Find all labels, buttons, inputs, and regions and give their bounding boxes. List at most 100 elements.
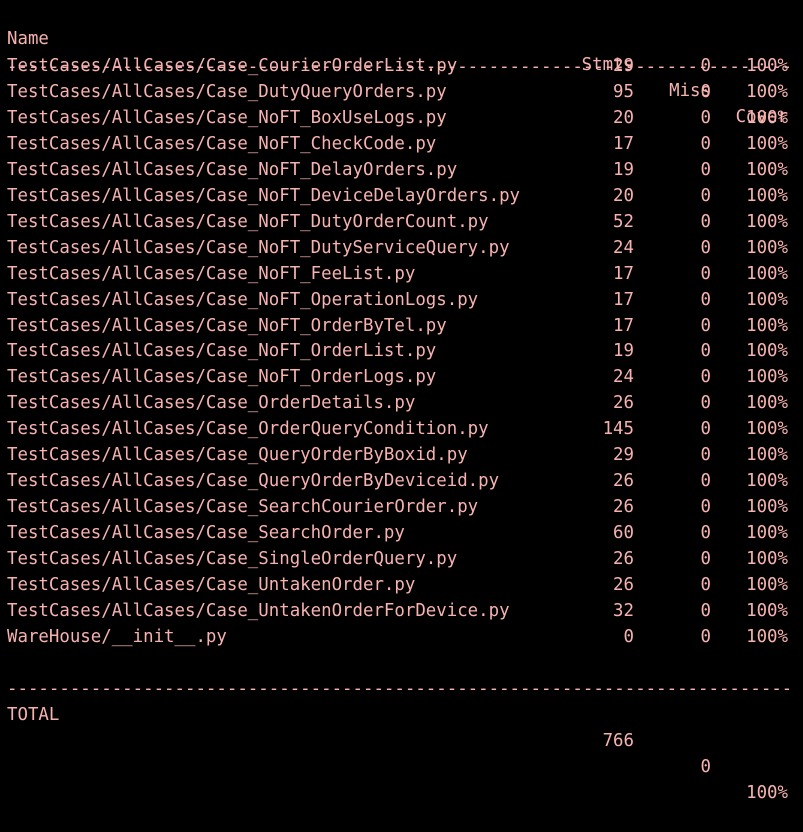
stmts-value: 32 [613,600,634,621]
file-name: TestCases/AllCases/Case_NoFT_DelayOrders… [7,159,458,180]
table-row: TestCases/AllCases/Case_QueryOrderByBoxi… [0,442,803,468]
total-miss: 0 [700,757,711,777]
file-name: TestCases/AllCases/Case_NoFT_DeviceDelay… [7,185,521,206]
miss-value: 0 [700,237,711,258]
file-name: TestCases/AllCases/Case_NoFT_OrderLogs.p… [7,367,437,388]
stmts-value: 17 [613,133,634,154]
miss-value: 0 [700,626,711,647]
cover-value: 100% [746,211,788,232]
table-row: TestCases/AllCases/Case_QueryOrderByDevi… [0,468,803,494]
stmts-value: 95 [613,81,634,102]
stmts-value: 24 [613,237,634,258]
cover-value: 100% [746,523,788,544]
table-row: TestCases/AllCases/Case_CourierOrderList… [0,53,803,79]
stmts-value: 0 [623,626,634,647]
file-name: TestCases/AllCases/Case_NoFT_OrderList.p… [7,341,437,362]
file-name: TestCases/AllCases/Case_OrderDetails.py [7,393,416,414]
cover-value: 100% [746,393,788,414]
cover-value: 100% [746,81,788,102]
file-name: TestCases/AllCases/Case_SearchCourierOrd… [7,497,479,518]
stmts-value: 19 [613,159,634,180]
stmts-value: 17 [613,263,634,284]
miss-value: 0 [700,341,711,362]
table-row: TestCases/AllCases/Case_NoFT_BoxUseLogs.… [0,105,803,131]
miss-value: 0 [700,419,711,440]
cover-value: 100% [746,56,788,76]
miss-value: 0 [700,367,711,388]
table-row: TestCases/AllCases/Case_SearchOrder.py 60… [0,520,803,546]
file-name: TestCases/AllCases/Case_SingleOrderQuery… [7,549,458,570]
cover-value: 100% [746,159,788,180]
stmts-value: 52 [613,211,634,232]
miss-value: 0 [700,159,711,180]
miss-value: 0 [700,575,711,595]
miss-value: 0 [700,393,711,414]
cover-value: 100% [746,549,788,570]
file-name: TestCases/AllCases/Case_NoFT_FeeList.py [7,263,416,284]
stmts-value: 26 [613,549,634,570]
table-row: TestCases/AllCases/Case_OrderQueryCondit… [0,416,803,442]
miss-value: 0 [700,600,711,621]
total-stmts: 766 [602,731,634,751]
miss-value: 0 [700,549,711,570]
table-row: TestCases/AllCases/Case_SearchCourierOrd… [0,494,803,520]
cover-value: 100% [746,600,788,621]
cover-value: 100% [746,133,788,154]
file-name: WareHouse/__init__.py [7,626,227,647]
file-name: TestCases/AllCases/Case_NoFT_CheckCode.p… [7,133,437,154]
miss-value: 0 [700,315,711,336]
table-row: TestCases/AllCases/Case_NoFT_OperationLo… [0,287,803,313]
file-name: TestCases/AllCases/Case_SearchOrder.py [7,523,405,544]
cover-value: 100% [746,575,788,595]
miss-value: 0 [700,497,711,518]
stmts-value: 145 [602,419,634,440]
stmts-value: 20 [613,107,634,128]
miss-value: 0 [700,263,711,284]
cover-value: 100% [746,367,788,388]
file-name: TestCases/AllCases/Case_UntakenOrder.py [7,575,416,595]
stmts-value: 26 [613,575,634,595]
stmts-value: 29 [613,56,634,76]
table-row: TestCases/AllCases/Case_NoFT_OrderList.p… [0,338,803,364]
cover-value: 100% [746,185,788,206]
table-row: TestCases/AllCases/Case_UntakenOrderForD… [0,598,803,624]
table-row: WareHouse/__init__.py 0 0 100% [0,624,803,650]
stmts-value: 17 [613,289,634,310]
miss-value: 0 [700,471,711,492]
cover-value: 100% [746,107,788,128]
table-row: TestCases/AllCases/Case_UntakenOrder.py 2… [0,572,803,598]
table-row: TestCases/AllCases/Case_NoFT_FeeList.py 1… [0,261,803,287]
stmts-value: 26 [613,471,634,492]
cover-value: 100% [746,341,788,362]
table-row: TestCases/AllCases/Case_NoFT_CheckCode.p… [0,131,803,157]
terminal-output: Name Stmts Miss Cover ------------------… [0,0,803,803]
cover-value: 100% [746,419,788,440]
miss-value: 0 [700,56,711,76]
file-name: TestCases/AllCases/Case_NoFT_OrderByTel.… [7,315,447,336]
cover-value: 100% [746,237,788,258]
total-name: TOTAL [7,705,60,725]
file-name: TestCases/AllCases/Case_QueryOrderByDevi… [7,471,500,492]
stmts-value: 19 [613,341,634,362]
separator-top: ----------------------------------------… [0,28,803,77]
header-row: Name Stmts Miss Cover [0,0,803,127]
stmts-value: 29 [613,445,634,466]
file-name: TestCases/AllCases/Case_NoFT_DutyService… [7,237,510,258]
miss-value: 0 [700,133,711,154]
cover-value: 100% [746,315,788,336]
file-name: TestCases/AllCases/Case_NoFT_DutyOrderCo… [7,211,489,232]
file-name: TestCases/AllCases/Case_NoFT_OperationLo… [7,289,479,310]
miss-value: 0 [700,81,711,102]
miss-value: 0 [700,185,711,206]
miss-value: 0 [700,445,711,466]
table-row: TestCases/AllCases/Case_OrderDetails.py 2… [0,390,803,416]
cover-value: 100% [746,263,788,284]
stmts-value: 24 [613,367,634,388]
separator-bottom: ----------------------------------------… [0,650,803,699]
table-row: TestCases/AllCases/Case_DutyQueryOrders.… [0,79,803,105]
total-cover: 100% [746,783,788,803]
total-row: TOTAL 766 0 100% [0,676,803,803]
miss-value: 0 [700,107,711,128]
table-row: TestCases/AllCases/Case_NoFT_DelayOrders… [0,157,803,183]
cover-value: 100% [746,626,788,647]
